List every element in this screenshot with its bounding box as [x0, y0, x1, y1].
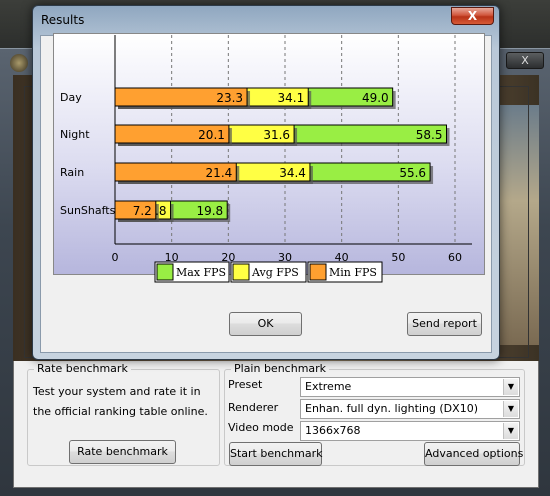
stalker-radiation-icon: [10, 54, 28, 72]
video-mode-select[interactable]: 1366x768 ▼: [300, 421, 520, 441]
bar-value-label: 34.4: [279, 166, 306, 180]
plain-benchmark-legend: Plain benchmark: [231, 362, 330, 375]
chart-plot-panel: 0 10 20 30 40 50 60 Day 49.0 34.1 23.3 Night 58.5 31.…: [53, 33, 485, 283]
legend-swatch: [232, 263, 250, 281]
legend-label: Min FPS: [329, 266, 377, 279]
legend-swatch: [156, 263, 174, 281]
x-tick-label: 0: [112, 251, 119, 264]
results-title: Results: [41, 13, 85, 27]
video-mode-label: Video mode: [228, 421, 294, 434]
rate-benchmark-button[interactable]: Rate benchmark: [69, 440, 176, 464]
renderer-label: Renderer: [228, 401, 279, 414]
advanced-options-button[interactable]: Advanced options: [424, 442, 523, 466]
legend-label: Avg FPS: [251, 266, 299, 279]
x-tick-label: 60: [448, 251, 462, 264]
category-label: Night: [60, 128, 90, 141]
preset-select[interactable]: Extreme ▼: [300, 377, 520, 397]
renderer-value: Enhan. full dyn. lighting (DX10): [305, 402, 478, 415]
bar-value-label: 58.5: [416, 128, 443, 142]
results-close-button[interactable]: X: [451, 7, 494, 25]
chevron-down-icon[interactable]: ▼: [503, 423, 518, 439]
bar-value-label: 21.4: [206, 166, 233, 180]
rate-benchmark-group: Rate benchmark Test your system and rate…: [27, 362, 220, 466]
bar-value-label: 49.0: [362, 91, 389, 105]
bar-value-label: 31.6: [263, 128, 290, 142]
chevron-down-icon[interactable]: ▼: [503, 401, 518, 417]
legend-swatch: [309, 263, 327, 281]
preset-label: Preset: [228, 378, 263, 391]
category-label: Day: [60, 91, 82, 104]
bar-value-label: 23.3: [216, 91, 243, 105]
renderer-select[interactable]: Enhan. full dyn. lighting (DX10) ▼: [300, 399, 520, 419]
category-label: SunShafts: [60, 204, 116, 217]
bar-value-label: .8: [155, 204, 166, 218]
chevron-down-icon[interactable]: ▼: [503, 379, 518, 395]
legend-label: Max FPS: [176, 266, 226, 279]
bar-value-label: 19.8: [196, 204, 223, 218]
preset-value: Extreme: [305, 380, 352, 393]
plain-benchmark-group: Plain benchmark Preset Extreme ▼ Rendere…: [224, 362, 525, 466]
category-label: Rain: [60, 166, 84, 179]
ok-button[interactable]: OK: [229, 312, 302, 336]
parent-close-button[interactable]: X: [506, 52, 544, 69]
x-tick-label: 50: [391, 251, 405, 264]
bar-value-label: 34.1: [278, 91, 305, 105]
bar-value-label: 20.1: [198, 128, 225, 142]
fps-bar-chart: 0 10 20 30 40 50 60Day 49.034.123.3Night 58.531.…: [60, 35, 472, 283]
video-mode-value: 1366x768: [305, 424, 361, 437]
rate-benchmark-legend: Rate benchmark: [34, 362, 131, 375]
bar-value-label: 55.6: [399, 166, 426, 180]
bar-value-label: 7.2: [133, 204, 152, 218]
rate-description: Test your system and rate it in the offi…: [33, 385, 208, 418]
start-benchmark-button[interactable]: Start benchmark: [229, 442, 322, 466]
send-report-button[interactable]: Send report: [407, 312, 482, 336]
